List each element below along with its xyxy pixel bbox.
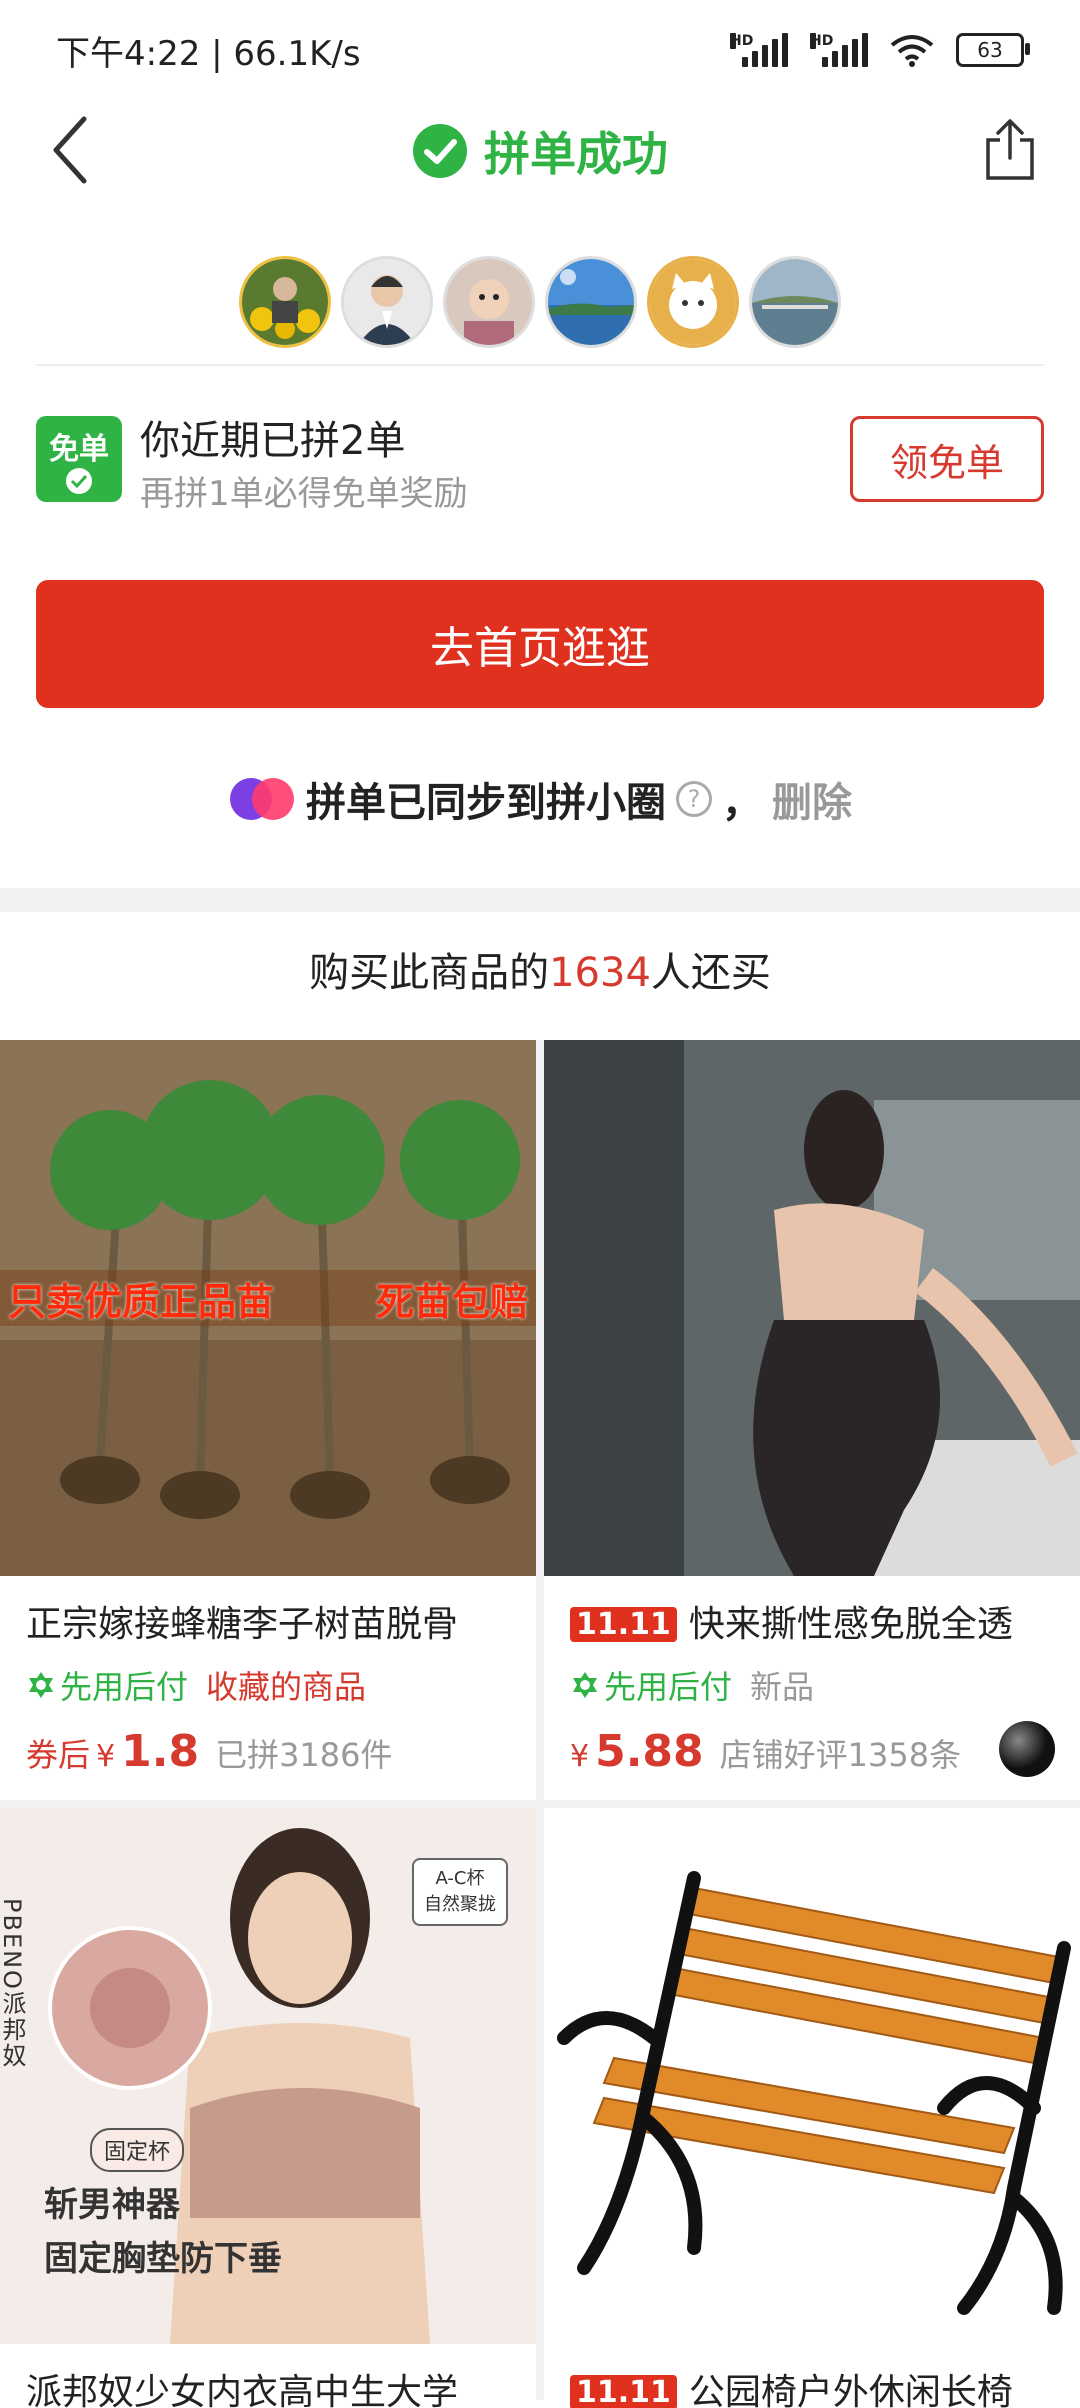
avatar xyxy=(341,256,433,348)
price-value: 5.88 xyxy=(595,1726,704,1777)
delete-link[interactable]: 删除 xyxy=(772,770,852,828)
product-title-text: 快来撕性感免脱全透 xyxy=(688,1604,1013,1645)
section-divider xyxy=(0,888,1080,912)
pay-later-icon xyxy=(573,1672,597,1698)
check-circle-icon xyxy=(413,124,467,178)
product-title: 11.11 公园椅户外休闲长椅 xyxy=(570,2363,1060,2408)
status-bar: 下午4:22 | 66.1K/s HD HD 63 xyxy=(0,0,1080,100)
banner-right-text: 死苗包赔 xyxy=(375,1279,528,1324)
pay-later-label: 先用后付 xyxy=(604,1668,733,1706)
product-card[interactable]: 11.11 快来撕性感免脱全透 先用后付 新品 ¥ 5.88 店铺好评1358条 xyxy=(544,1040,1080,1800)
battery-level: 63 xyxy=(977,38,1003,62)
product-image xyxy=(544,1040,1080,1576)
image-banner: 只卖优质正品苗 死苗包赔 xyxy=(0,1270,536,1326)
product-title: 11.11 快来撕性感免脱全透 xyxy=(570,1595,1060,1647)
page-title-text: 拼单成功 xyxy=(484,127,668,181)
sold-count: 已拼3186件 xyxy=(215,1736,393,1774)
free-order-icon: 免单 xyxy=(36,416,122,502)
page-title: 拼单成功 xyxy=(0,118,1080,184)
avatar xyxy=(749,256,841,348)
caption-line-1: 斩男神器 xyxy=(44,2185,180,2225)
avatar xyxy=(647,256,739,348)
product-title: 派邦奴少女内衣高中生大学 xyxy=(26,2372,459,2408)
sync-separator: ， xyxy=(722,780,762,826)
new-tag: 新品 xyxy=(750,1668,815,1706)
free-order-icon-label: 免单 xyxy=(49,432,109,467)
price-currency: ¥ xyxy=(570,1739,590,1774)
pinxiaoquan-icon xyxy=(230,778,294,820)
sync-notice: 拼单已同步到拼小圈 ? ， 删除 xyxy=(0,770,1080,828)
image-caption: 斩男神器 固定胸垫防下垂 xyxy=(44,2178,282,2286)
brand-vertical-text: PBENO派邦奴 xyxy=(0,1898,26,2069)
avatar xyxy=(239,256,331,348)
pay-later-icon xyxy=(29,1672,53,1698)
claim-free-order-button[interactable]: 领免单 xyxy=(850,416,1044,502)
caption-line-2: 固定胸垫防下垂 xyxy=(44,2239,282,2279)
free-order-title: 你近期已拼2单 xyxy=(140,418,406,464)
price-row: 券后 ¥ 1.8 已拼3186件 xyxy=(26,1726,393,1777)
nav-bar: 拼单成功 xyxy=(0,100,1080,200)
shop-rating-count: 店铺好评1358条 xyxy=(719,1736,962,1774)
product-tags: 先用后付 收藏的商品 xyxy=(26,1662,366,1708)
price-value: 1.8 xyxy=(121,1726,200,1777)
avatar xyxy=(443,256,535,348)
battery-icon: 63 xyxy=(956,33,1030,67)
hd-label: HD xyxy=(730,33,754,49)
status-time-speed: 下午4:22 | 66.1K/s xyxy=(56,33,361,74)
free-order-row: 免单 你近期已拼2单 再拼1单必得免单奖励 领免单 xyxy=(36,400,1044,520)
share-button[interactable] xyxy=(970,110,1050,190)
product-image: PBENO派邦奴 A-C杯 自然聚拢 固定杯 斩男神器 固定胸垫防下垂 xyxy=(0,1808,536,2344)
banner-left-text: 只卖优质正品苗 xyxy=(8,1279,275,1324)
signal-icon: HD xyxy=(730,33,788,67)
pay-later-tag: 先用后付 xyxy=(570,1662,732,1708)
product-title-text: 公园椅户外休闲长椅 xyxy=(688,2372,1013,2408)
product-card[interactable]: 只卖优质正品苗 死苗包赔 正宗嫁接蜂糖李子树苗脱骨 先用后付 收藏的商品 券后 … xyxy=(0,1040,536,1800)
also-bought-prefix: 购买此商品的 xyxy=(309,950,550,996)
wifi-icon xyxy=(890,35,934,67)
product-image xyxy=(544,1808,1080,2344)
product-card[interactable]: 11.11 公园椅户外休闲长椅 xyxy=(544,1808,1080,2408)
help-icon[interactable]: ? xyxy=(676,781,712,817)
status-icons: HD HD 63 xyxy=(730,33,1030,67)
sync-text: 拼单已同步到拼小圈 xyxy=(306,780,666,826)
shop-avatar-icon[interactable] xyxy=(998,1720,1056,1778)
go-home-button[interactable]: 去首页逛逛 xyxy=(36,580,1044,708)
price-currency: ¥ xyxy=(96,1739,116,1774)
double-eleven-badge: 11.11 xyxy=(570,1607,677,1642)
fixed-cup-label: 固定杯 xyxy=(90,2128,185,2172)
signal-icon-2: HD xyxy=(810,33,868,67)
product-image: 只卖优质正品苗 死苗包赔 xyxy=(0,1040,536,1576)
free-order-subtitle: 再拼1单必得免单奖励 xyxy=(140,474,468,514)
price-row: ¥ 5.88 店铺好评1358条 xyxy=(570,1726,961,1777)
group-avatars xyxy=(0,256,1080,348)
also-bought-suffix: 人还买 xyxy=(650,950,771,996)
cup-label: A-C杯 自然聚拢 xyxy=(412,1858,508,1926)
avatar xyxy=(545,256,637,348)
product-card[interactable]: PBENO派邦奴 A-C杯 自然聚拢 固定杯 斩男神器 固定胸垫防下垂 派邦奴少… xyxy=(0,1808,536,2408)
product-title: 正宗嫁接蜂糖李子树苗脱骨 xyxy=(26,1604,459,1645)
divider xyxy=(36,364,1044,366)
price-prefix: 券后 xyxy=(26,1736,91,1774)
share-icon xyxy=(986,119,1034,180)
also-bought-title: 购买此商品的1634人还买 xyxy=(0,940,1080,998)
double-eleven-badge: 11.11 xyxy=(570,2375,677,2408)
favorited-tag: 收藏的商品 xyxy=(206,1668,367,1706)
pay-later-label: 先用后付 xyxy=(60,1668,189,1706)
pay-later-tag: 先用后付 xyxy=(26,1662,188,1708)
also-bought-count: 1634 xyxy=(549,950,651,996)
hd-label: HD xyxy=(810,33,834,49)
product-tags: 先用后付 新品 xyxy=(570,1662,814,1708)
